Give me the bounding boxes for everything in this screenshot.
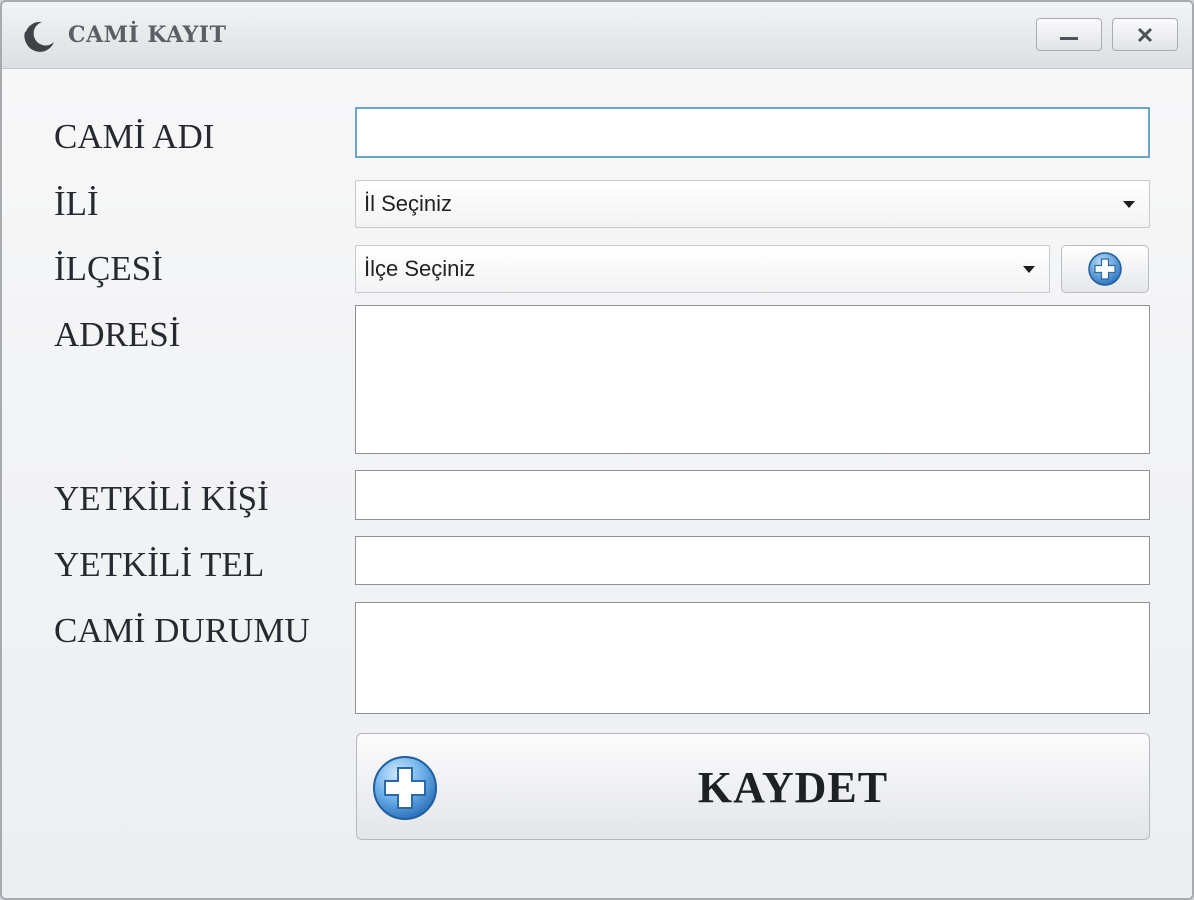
save-button[interactable]: KAYDET [356,733,1150,840]
yetkili-tel-input[interactable] [355,536,1150,585]
add-ilce-button[interactable] [1061,245,1149,293]
title-bar: CAMİ KAYIT [2,2,1192,69]
yetkili-kisi-input[interactable] [355,470,1150,520]
chevron-down-icon [1123,200,1135,208]
cami-adi-input[interactable] [355,107,1150,158]
label-adresi: ADRESİ [54,315,181,354]
il-select[interactable]: İl Seçiniz [355,180,1150,228]
ilce-select-value: İlçe Seçiniz [364,256,476,281]
adresi-textarea[interactable] [355,305,1150,454]
plus-circle-icon [1088,252,1122,286]
minimize-button[interactable] [1036,18,1102,51]
cami-durumu-textarea[interactable] [355,602,1150,714]
minimize-icon [1060,36,1078,40]
cami-kayit-window: CAMİ KAYIT CAMİ ADI İLİ İl Seçiniz İLÇES… [0,0,1194,900]
ilce-select[interactable]: İlçe Seçiniz [355,245,1050,293]
window-title: CAMİ KAYIT [68,22,227,48]
close-button[interactable] [1112,18,1178,51]
label-cami-durumu: CAMİ DURUMU [54,611,310,650]
crescent-moon-icon [24,21,54,52]
label-ilcesi: İLÇESİ [54,249,163,288]
close-icon [1137,27,1153,42]
label-ili: İLİ [54,184,99,223]
label-yetkili-kisi: YETKİLİ KİŞİ [54,479,269,518]
il-select-value: İl Seçiniz [364,191,453,216]
chevron-down-icon [1023,265,1035,273]
label-yetkili-tel: YETKİLİ TEL [54,545,265,584]
save-button-label: KAYDET [697,763,889,812]
label-cami-adi: CAMİ ADI [54,117,215,156]
